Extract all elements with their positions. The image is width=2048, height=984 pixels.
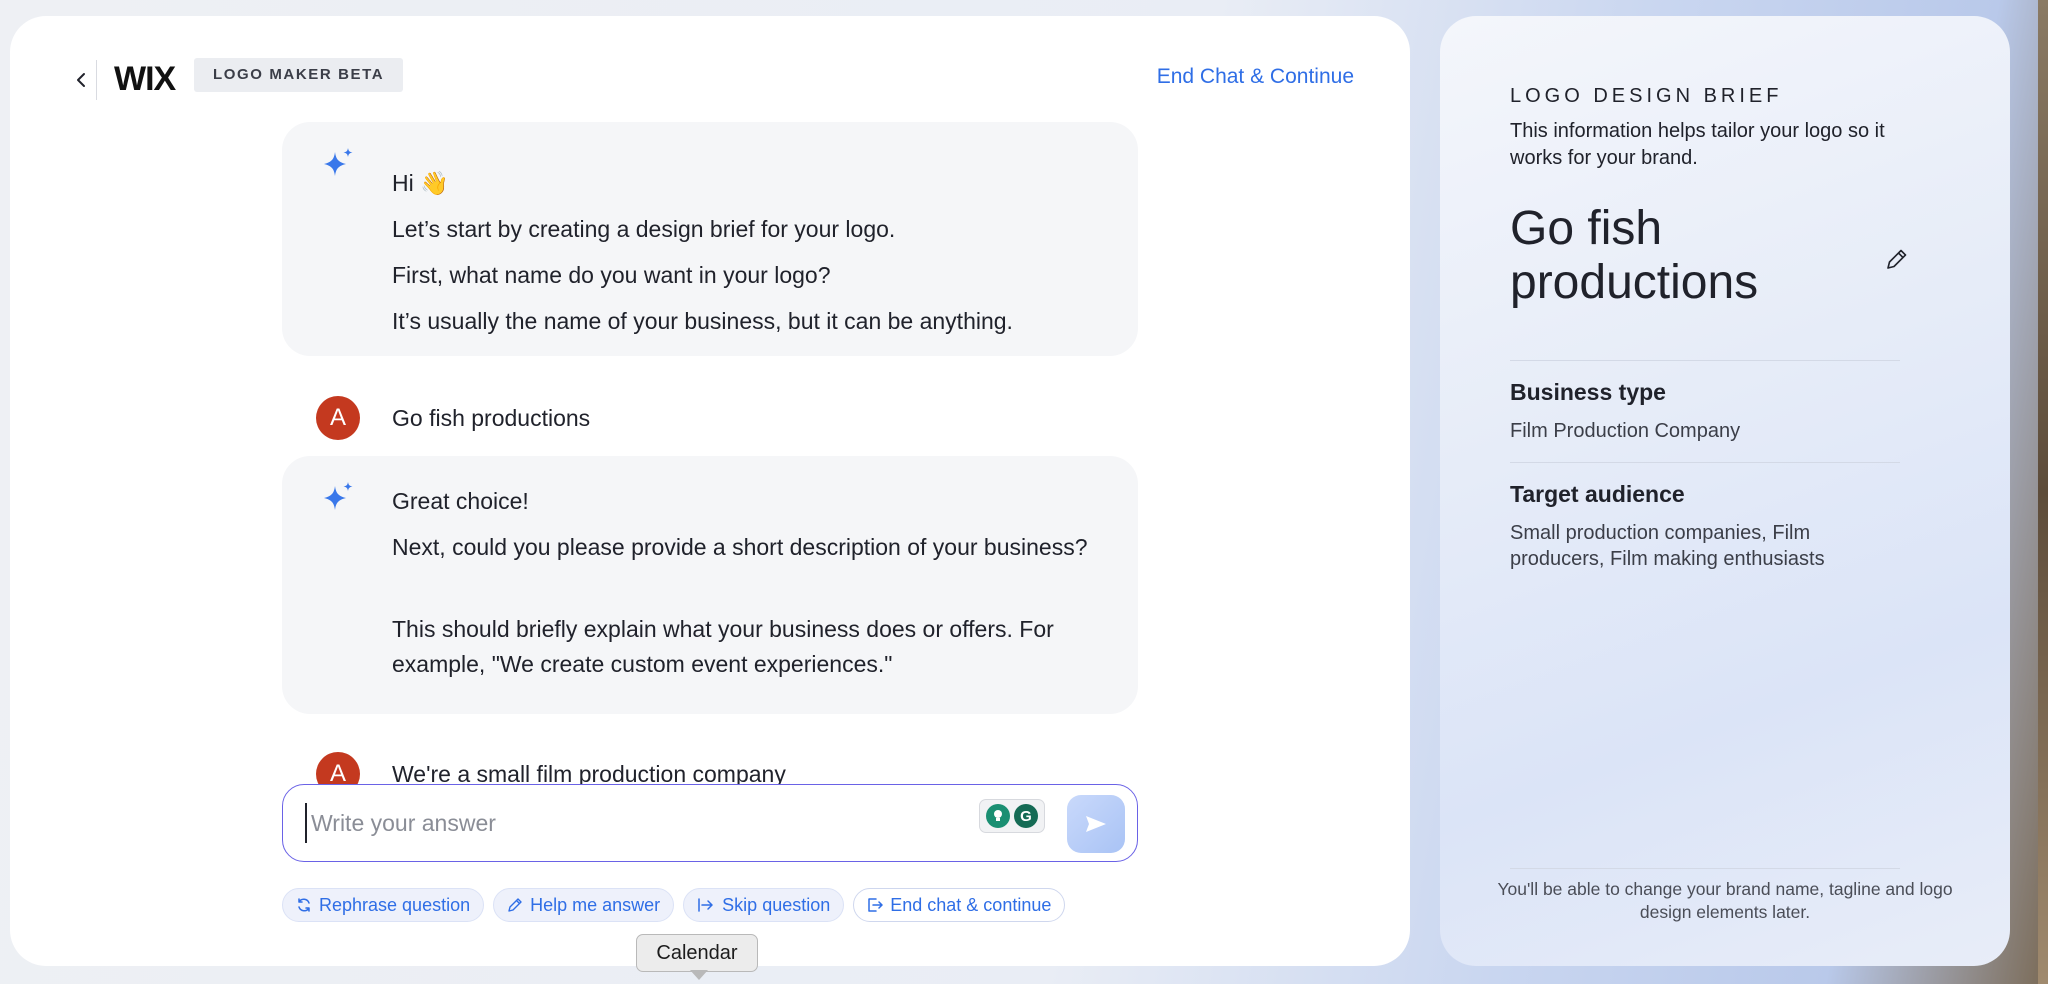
extension-icons[interactable]: G (979, 799, 1045, 833)
user-avatar: A (316, 396, 360, 440)
ai-sparkle-icon (324, 148, 353, 176)
chip-label: End chat & continue (890, 894, 1052, 915)
chip-label: Rephrase question (319, 894, 471, 915)
brief-footnote: You'll be able to change your brand name… (1497, 879, 1953, 922)
assistant-intro: Let’s start by creating a design brief f… (392, 216, 896, 242)
pencil-icon (508, 898, 522, 912)
target-audience-value: Small production companies, Film produce… (1510, 522, 1825, 570)
header-divider (96, 60, 97, 100)
chat-panel: WIX LOGO MAKER BETA End Chat & Continue … (10, 16, 1410, 966)
calendar-tooltip: Calendar (636, 934, 758, 972)
tooltip-arrow (690, 970, 708, 980)
chevron-left-icon (77, 73, 85, 87)
business-type-label: Business type (1510, 379, 1666, 405)
ai-sparkle-icon (324, 482, 353, 510)
brief-heading: LOGO DESIGN BRIEF (1510, 85, 1783, 107)
skip-icon (698, 898, 713, 912)
help-me-answer-chip[interactable]: Help me answer (493, 888, 675, 922)
wix-logo: WIX (114, 60, 176, 98)
top-bar: WIX LOGO MAKER BETA End Chat & Continue (10, 16, 1410, 116)
chip-label: Help me answer (530, 894, 661, 915)
message-list[interactable]: Hi 👋 Let’s start by creating a design br… (282, 122, 1138, 792)
exit-icon (868, 898, 883, 912)
brief-divider (1510, 462, 1900, 463)
send-arrow-icon (1086, 816, 1106, 832)
send-button[interactable] (1067, 795, 1125, 853)
assistant-question: Next, could you please provide a short d… (392, 534, 1088, 560)
grammarly-icon[interactable]: G (1014, 804, 1038, 828)
lightbulb-icon[interactable] (986, 804, 1010, 828)
chip-label: Skip question (722, 894, 831, 915)
business-type-value: Film Production Company (1510, 420, 1741, 442)
assistant-hint: This should briefly explain what your bu… (392, 616, 1054, 677)
pencil-icon (1887, 249, 1907, 269)
quick-actions: Rephrase question Help me answer Skip qu… (282, 888, 1066, 922)
assistant-greeting: Hi 👋 (392, 170, 449, 196)
assistant-message: Hi 👋 Let’s start by creating a design br… (282, 122, 1138, 356)
assistant-message: Great choice! Next, could you please pro… (282, 456, 1138, 714)
target-audience-label: Target audience (1510, 481, 1685, 507)
desktop-background-edge (2038, 0, 2048, 984)
assistant-question: First, what name do you want in your log… (392, 262, 831, 288)
answer-input[interactable] (305, 803, 945, 843)
rephrase-icon (298, 898, 310, 912)
assistant-greeting: Great choice! (392, 488, 529, 514)
design-brief-panel: LOGO DESIGN BRIEF This information helps… (1440, 16, 2010, 966)
end-chat-continue-chip[interactable]: End chat & continue (853, 888, 1066, 922)
skip-question-chip[interactable]: Skip question (683, 888, 845, 922)
brief-divider (1510, 868, 1900, 869)
user-message: A Go fish productions (282, 396, 1138, 440)
edit-brand-name-button[interactable] (1884, 246, 1914, 276)
user-message-text: Go fish productions (392, 405, 591, 431)
brief-description: This information helps tailor your logo … (1510, 120, 1885, 169)
rephrase-question-chip[interactable]: Rephrase question (282, 888, 485, 922)
end-chat-continue-link[interactable]: End Chat & Continue (1157, 62, 1354, 92)
brief-divider (1510, 360, 1900, 361)
answer-composer: G (282, 784, 1138, 862)
assistant-hint: It’s usually the name of your business, … (392, 308, 1013, 334)
brand-name: Go fish productions (1510, 202, 1759, 309)
product-badge: LOGO MAKER BETA (194, 58, 404, 92)
